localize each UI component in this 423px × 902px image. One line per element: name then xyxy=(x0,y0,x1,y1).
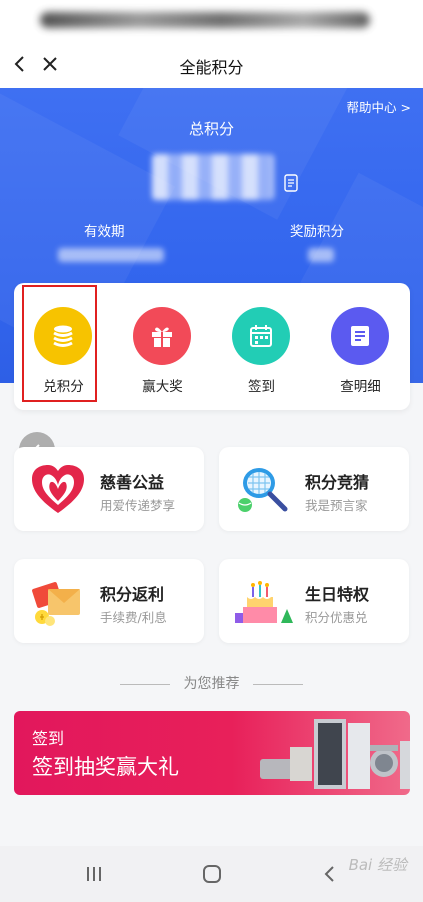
service-title: 生日特权 xyxy=(305,585,370,604)
calendar-icon xyxy=(232,307,290,365)
quick-actions-card: 兑积分 赢大奖 签到 查明细 xyxy=(14,283,410,410)
banner-title: 签到抽奖赢大礼 xyxy=(32,755,179,779)
status-bar xyxy=(0,0,423,40)
service-card-points-quiz[interactable]: 积分竞猜 我是预言家 xyxy=(219,447,409,531)
list-icon xyxy=(331,307,389,365)
recent-apps-icon[interactable] xyxy=(82,862,106,886)
home-icon[interactable] xyxy=(200,862,224,886)
reward-points-value-redacted xyxy=(308,248,334,262)
help-center-link[interactable]: 帮助中心 > xyxy=(347,97,411,116)
birthday-cake-icon xyxy=(235,581,293,623)
service-card-points-rebate[interactable]: 积分返利 手续费/利息 xyxy=(14,559,204,643)
service-title: 慈善公益 xyxy=(100,473,165,492)
service-subtitle: 我是预言家 xyxy=(305,498,368,513)
service-card-charity[interactable]: 慈善公益 用爱传递梦享 xyxy=(14,447,204,531)
quick-action-label: 签到 xyxy=(248,379,275,395)
total-points-value-redacted xyxy=(152,154,274,200)
nav-bar: 全能积分 xyxy=(0,40,423,88)
quick-action-label: 兑积分 xyxy=(43,379,84,395)
watermark: Bai 经验 xyxy=(348,856,407,874)
quick-action-label: 赢大奖 xyxy=(142,379,183,395)
gift-icon xyxy=(133,307,191,365)
status-bar-redacted xyxy=(40,12,370,28)
recommend-heading: 为您推荐 xyxy=(183,676,240,692)
service-title: 积分竞猜 xyxy=(305,473,370,492)
back-nav-icon[interactable] xyxy=(318,862,342,886)
reward-points-label: 奖励积分 xyxy=(290,224,344,240)
quick-action-redeem-points[interactable]: 兑积分 xyxy=(14,283,113,410)
quick-action-win-prize[interactable]: 赢大奖 xyxy=(113,283,212,410)
page-title: 全能积分 xyxy=(179,58,244,77)
service-subtitle: 手续费/利息 xyxy=(100,610,167,625)
tennis-racket-icon xyxy=(238,468,288,512)
document-icon[interactable] xyxy=(284,174,298,192)
validity-label: 有效期 xyxy=(84,224,125,240)
appliances-image xyxy=(260,719,410,789)
coins-icon xyxy=(34,307,92,365)
check-in-banner[interactable]: 签到 签到抽奖赢大礼 xyxy=(14,711,410,795)
red-envelope-icon xyxy=(32,581,80,626)
quick-action-view-details[interactable]: 查明细 xyxy=(311,283,410,410)
divider xyxy=(253,684,303,685)
banner-tag: 签到 xyxy=(32,729,65,748)
service-subtitle: 积分优惠兑 xyxy=(305,610,368,625)
total-points-label: 总积分 xyxy=(188,120,234,138)
validity-value-redacted xyxy=(58,248,164,262)
service-subtitle: 用爱传递梦享 xyxy=(100,498,176,513)
service-card-birthday-privilege[interactable]: 生日特权 积分优惠兑 xyxy=(219,559,409,643)
quick-action-check-in[interactable]: 签到 xyxy=(212,283,311,410)
service-title: 积分返利 xyxy=(100,585,165,604)
quick-action-label: 查明细 xyxy=(340,379,381,395)
heart-icon xyxy=(32,465,84,513)
